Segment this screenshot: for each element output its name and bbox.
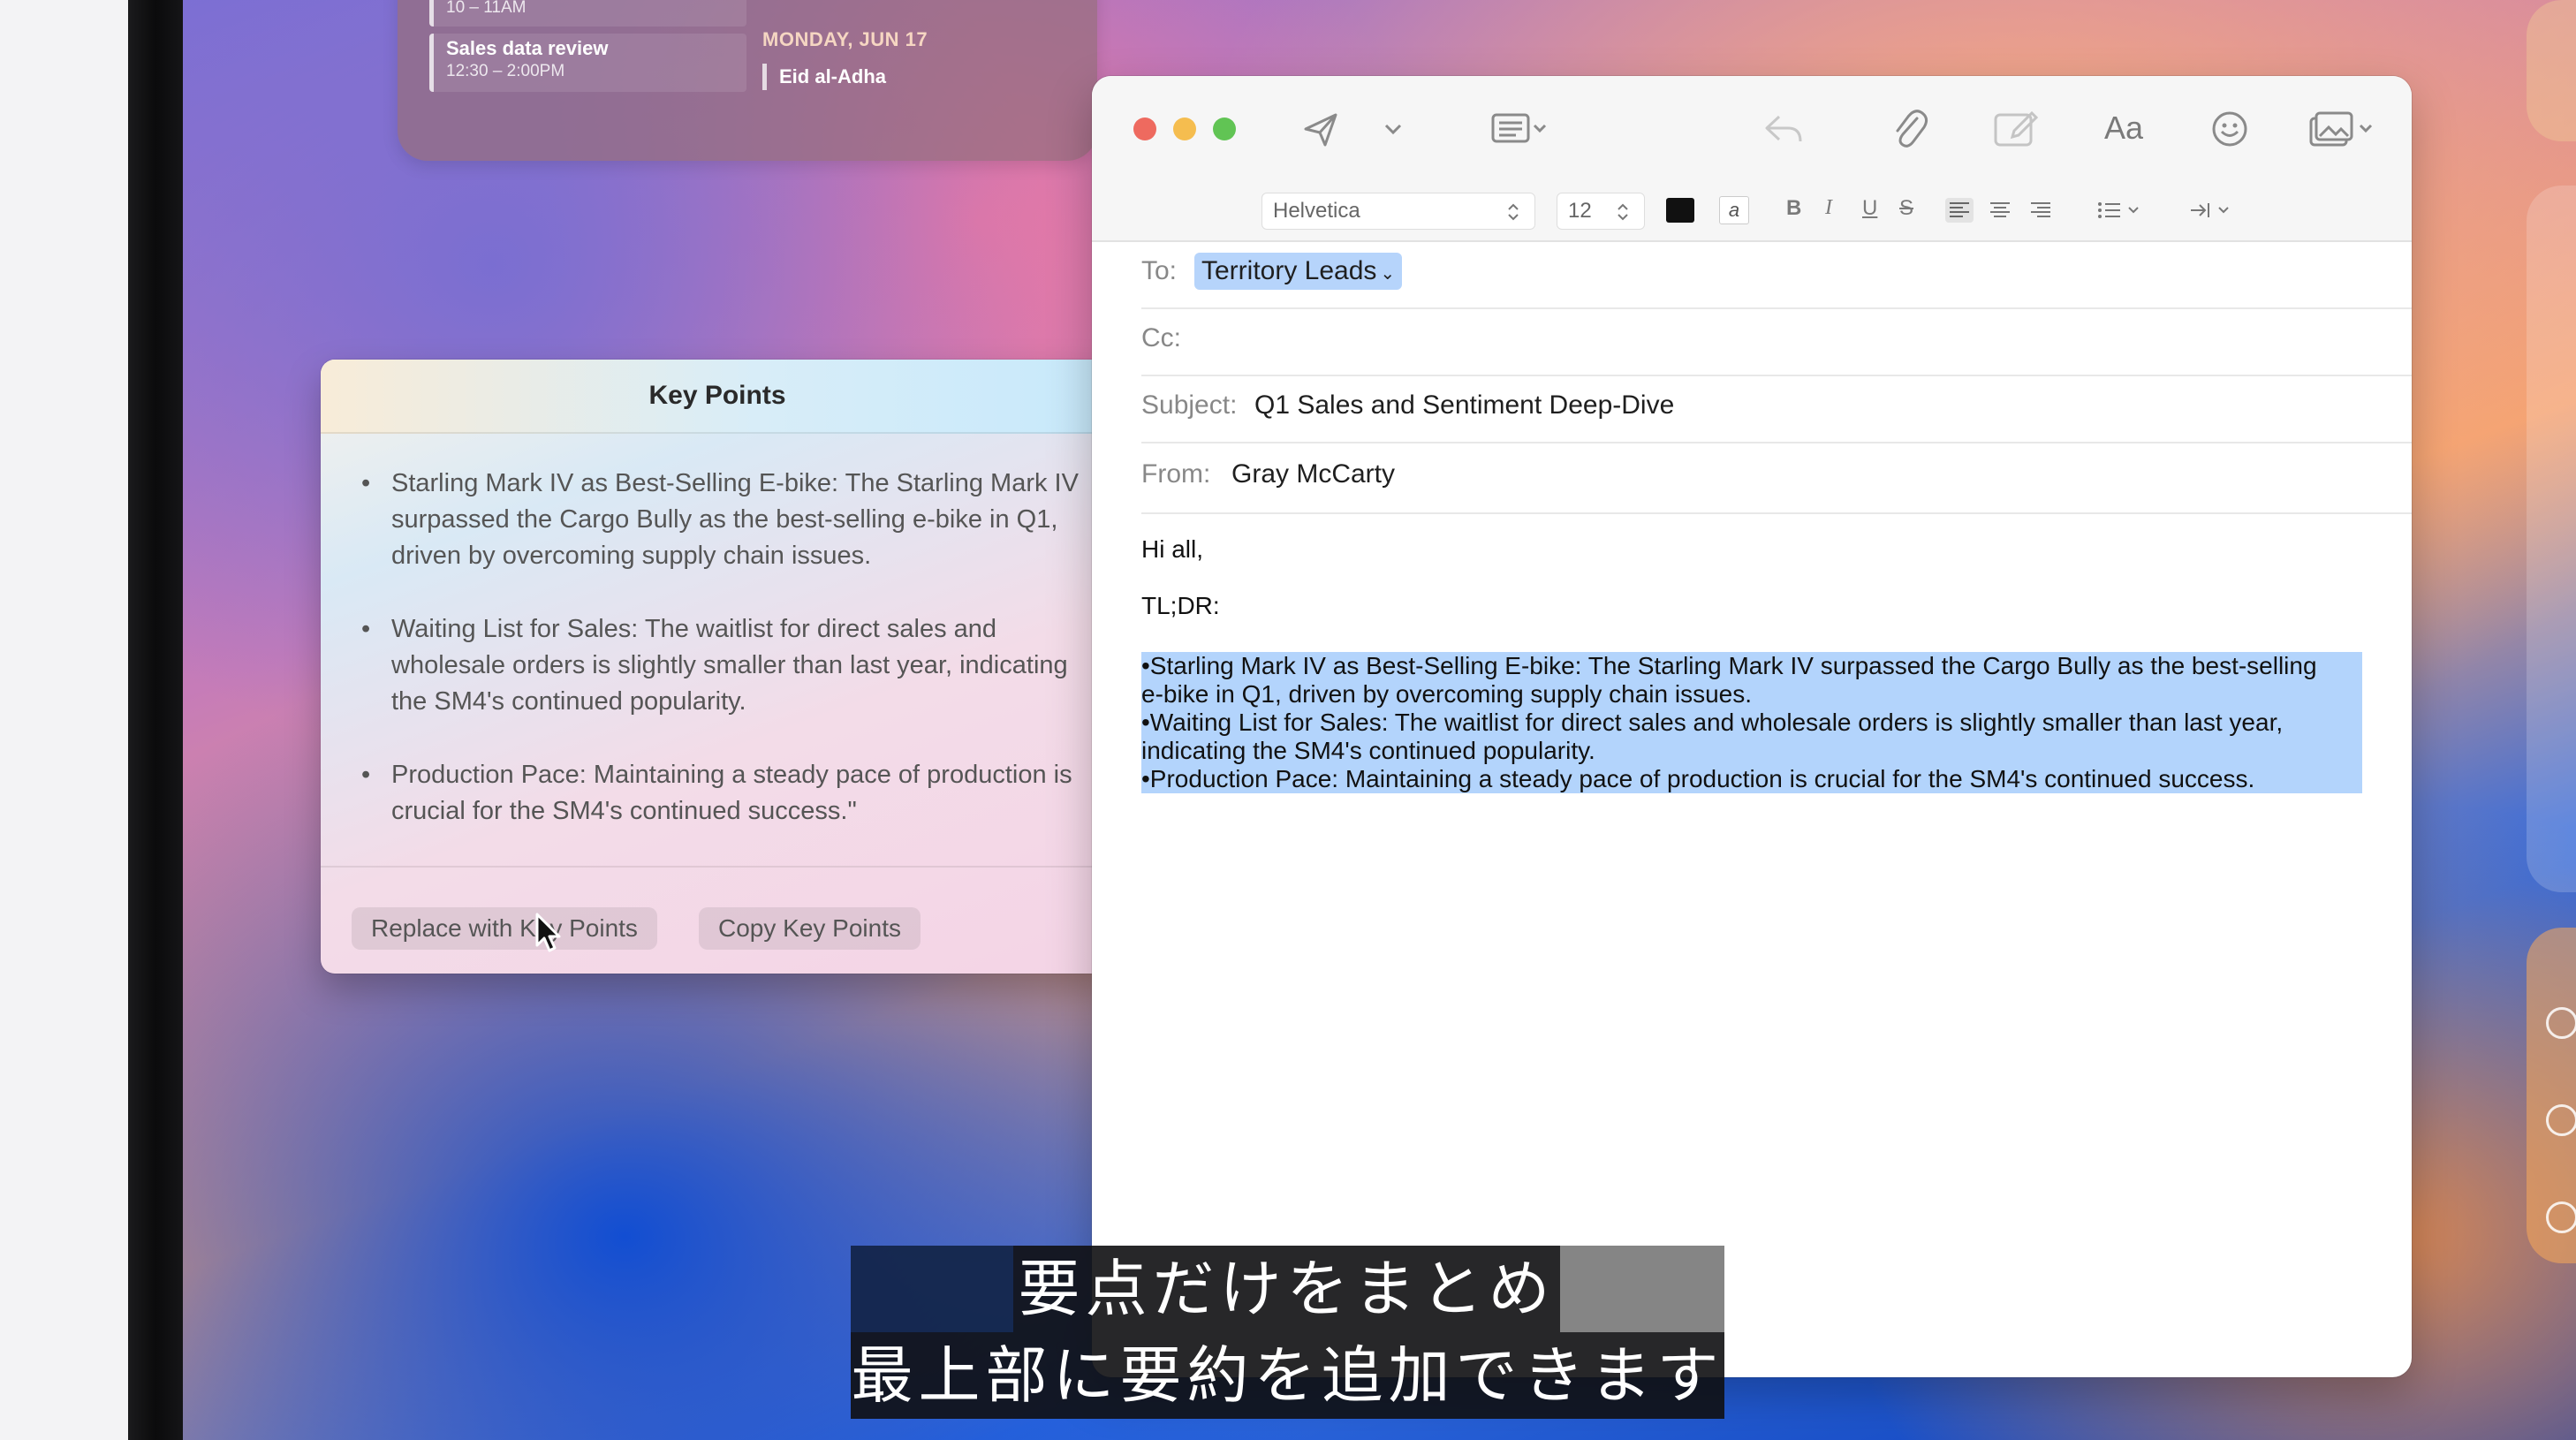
body-line: •Production Pace: Maintaining a steady p… — [1141, 765, 2255, 792]
copy-key-points-button[interactable]: Copy Key Points — [699, 907, 921, 950]
format-button[interactable]: Aa — [2104, 110, 2143, 147]
key-point-text: Production Pace: Maintaining a steady pa… — [391, 761, 1072, 825]
calendar-holiday[interactable]: Eid al-Adha — [762, 64, 886, 90]
from-label: From: — [1141, 459, 1211, 489]
underline-button[interactable]: U — [1862, 196, 1877, 221]
key-points-panel: Key Points • Starling Mark IV as Best-Sel… — [321, 360, 1114, 974]
chevron-down-icon: ⌄ — [1380, 264, 1396, 284]
format-bar: Helvetica 12 a B I U S — [1092, 184, 2412, 242]
from-value[interactable]: Gray McCarty — [1231, 459, 1395, 489]
edge-widget[interactable] — [2527, 186, 2576, 892]
key-points-list: • Starling Mark IV as Best-Selling E-bike… — [356, 466, 1080, 867]
stepper-arrows-icon — [1618, 203, 1628, 221]
paperclip-icon[interactable] — [1890, 108, 1929, 150]
text-color-swatch[interactable] — [1666, 198, 1694, 223]
subject-value[interactable]: Q1 Sales and Sentiment Deep-Dive — [1254, 390, 1674, 421]
subject-label: Subject: — [1141, 390, 1238, 420]
event-time: 10 – 11AM — [446, 0, 527, 17]
mouse-cursor-icon — [535, 913, 561, 952]
key-points-title: Key Points — [321, 360, 1114, 434]
align-left-icon[interactable] — [1945, 198, 1974, 223]
close-button[interactable] — [1133, 117, 1156, 140]
key-point-text: Starling Mark IV as Best-Selling E-bike:… — [391, 469, 1079, 570]
cc-label: Cc: — [1141, 323, 1181, 352]
key-point-item: • Production Pace: Maintaining a steady p… — [356, 757, 1080, 830]
bullet: • — [361, 469, 371, 497]
selected-key-points-text[interactable]: •Starling Mark IV as Best-Selling E-bike… — [1141, 652, 2362, 793]
subtitle-backdrop — [1560, 1246, 1724, 1332]
list-card-icon[interactable] — [1491, 111, 1548, 147]
to-field[interactable]: To: Territory Leads ⌄ — [1141, 240, 2412, 309]
highlight-color-icon[interactable]: a — [1719, 196, 1749, 224]
subtitle-line-1: 要点だけをまとめ — [1013, 1246, 1560, 1332]
calendar-event[interactable]: 10 – 11AM — [429, 0, 746, 27]
subtitle-backdrop — [851, 1246, 1013, 1332]
reminder-checkbox[interactable] — [2546, 1201, 2576, 1233]
reminder-checkbox[interactable] — [2546, 1104, 2576, 1136]
chevron-down-icon[interactable] — [1383, 122, 1403, 136]
to-label: To: — [1141, 256, 1178, 285]
strikethrough-button[interactable]: S — [1899, 196, 1913, 221]
font-size-select[interactable]: 12 — [1557, 193, 1645, 230]
screen-bezel — [128, 0, 183, 1440]
indent-icon[interactable] — [2187, 198, 2235, 223]
event-title: Sales data review — [446, 37, 609, 59]
reply-arrow-icon[interactable] — [1763, 111, 1804, 147]
bullet: • — [361, 761, 371, 789]
key-point-text: Waiting List for Sales: The waitlist for… — [391, 615, 1068, 716]
calendar-widget[interactable]: 10 – 11AM Sales data review 12:30 – 2:00… — [398, 0, 1097, 161]
edge-widget[interactable] — [2527, 0, 2576, 141]
body-line: •Waiting List for Sales: The waitlist fo… — [1141, 709, 2284, 736]
mail-toolbar: Aa — [1092, 76, 2412, 184]
from-field[interactable]: From: Gray McCarty — [1141, 442, 2412, 514]
body-greeting: Hi all, — [1141, 535, 1204, 563]
bold-button[interactable]: B — [1786, 196, 1801, 221]
photo-browser-icon[interactable] — [2307, 110, 2378, 148]
subject-field[interactable]: Subject: Q1 Sales and Sentiment Deep-Div… — [1141, 375, 2412, 443]
list-style-icon[interactable] — [2095, 198, 2143, 223]
recipient-name: Territory Leads — [1201, 256, 1377, 285]
zoom-button[interactable] — [1213, 117, 1236, 140]
body-line: indicating the SM4's continued popularit… — [1141, 737, 1595, 764]
font-family-select[interactable]: Helvetica — [1261, 193, 1535, 230]
align-center-icon[interactable] — [1986, 198, 2014, 223]
key-points-actions: Replace with Key Points Copy Key Points — [321, 866, 1114, 974]
calendar-event[interactable]: Sales data review 12:30 – 2:00PM — [429, 34, 746, 92]
mail-compose-window: Aa Helvetica 12 a B I U S To: Territory … — [1092, 76, 2412, 1377]
recipient-token[interactable]: Territory Leads ⌄ — [1194, 253, 1403, 290]
align-right-icon[interactable] — [2027, 198, 2055, 223]
body-line: •Starling Mark IV as Best-Selling E-bike… — [1141, 652, 2317, 679]
replace-with-key-points-button[interactable]: Replace with Key Points — [352, 907, 657, 950]
stepper-arrows-icon — [1508, 203, 1519, 221]
left-background — [0, 0, 128, 1440]
event-time: 12:30 – 2:00PM — [446, 62, 565, 80]
smiley-icon[interactable] — [2210, 110, 2249, 148]
cc-field[interactable]: Cc: — [1141, 307, 2412, 376]
reminders-widget[interactable] — [2527, 928, 2576, 1263]
paper-plane-icon[interactable] — [1300, 110, 1341, 150]
body-line: e-bike in Q1, driven by overcoming suppl… — [1141, 680, 1753, 708]
italic-button[interactable]: I — [1825, 196, 1832, 220]
reminder-checkbox[interactable] — [2546, 1007, 2576, 1039]
bullet: • — [361, 615, 371, 643]
compose-icon[interactable] — [1993, 108, 2039, 148]
subtitle-line-2: 最上部に要約を追加できます — [851, 1332, 1724, 1419]
calendar-date-header: MONDAY, JUN 17 — [762, 28, 928, 50]
body-tldr: TL;DR: — [1141, 592, 1220, 619]
minimize-button[interactable] — [1173, 117, 1196, 140]
key-point-item: • Starling Mark IV as Best-Selling E-bike… — [356, 466, 1080, 574]
key-point-item: • Waiting List for Sales: The waitlist fo… — [356, 611, 1080, 720]
